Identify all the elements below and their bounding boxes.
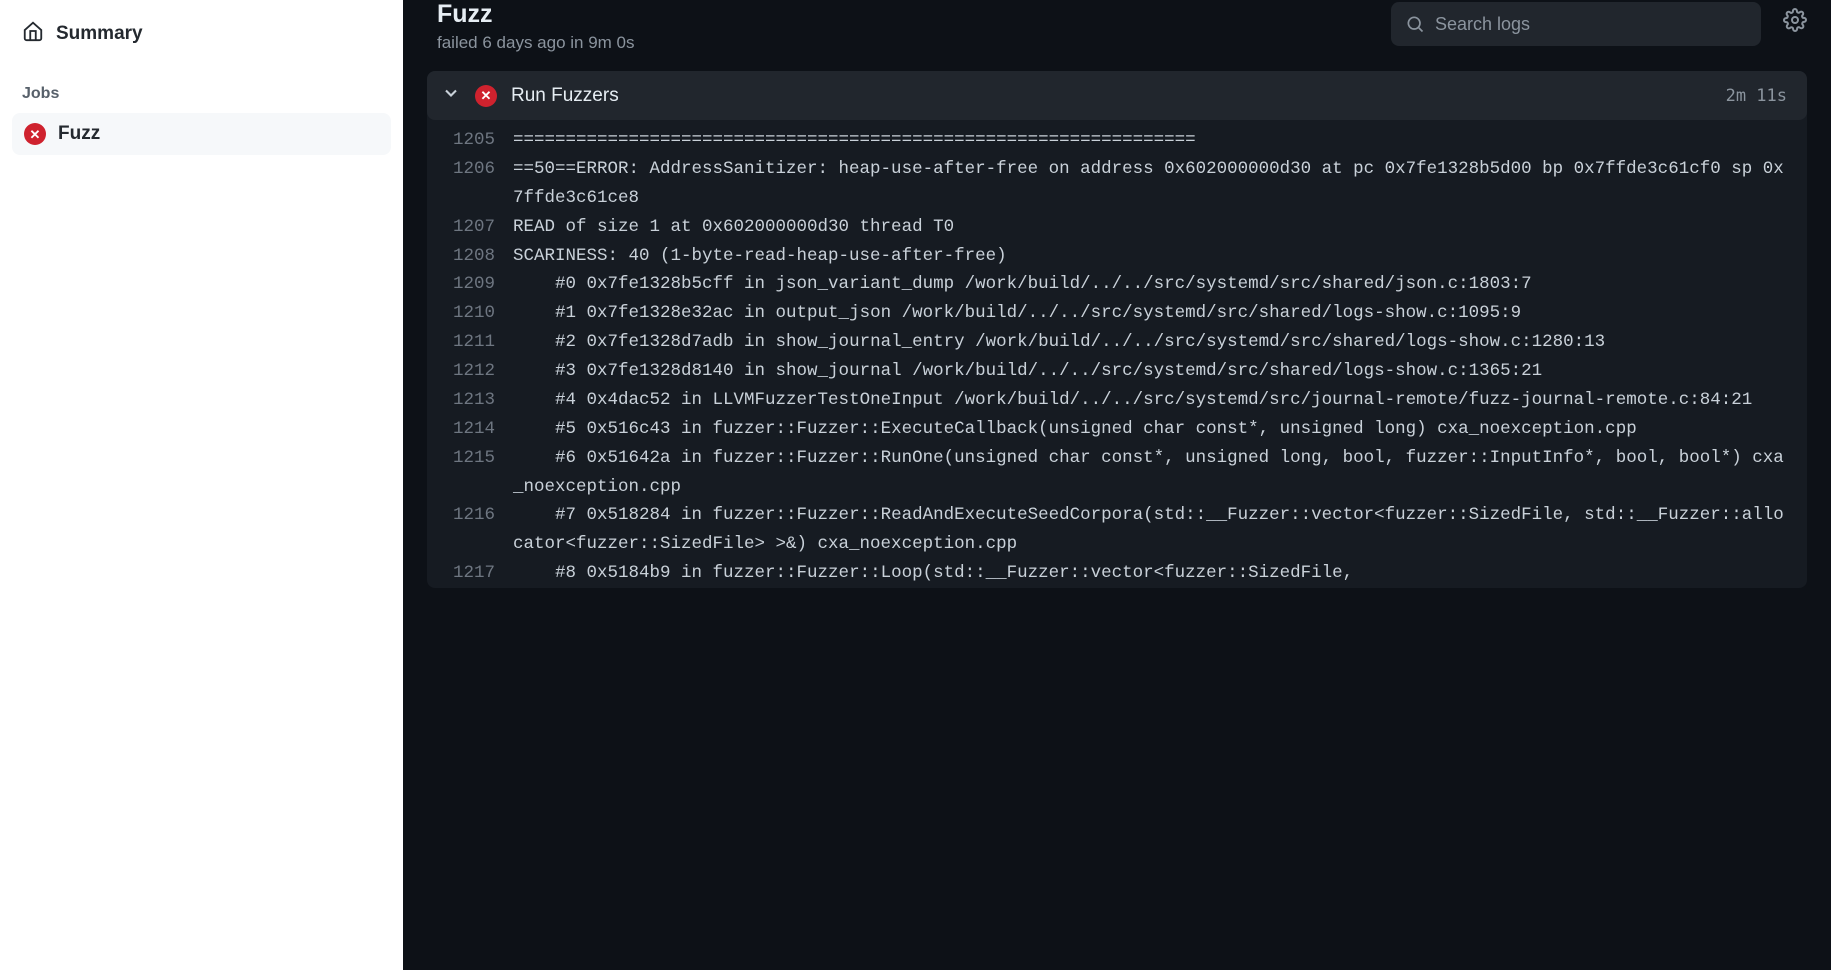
line-number: 1217 [427,559,513,588]
line-number: 1205 [427,126,513,155]
job-header: Fuzz failed 6 days ago in 9m 0s [403,0,1831,71]
status-line: failed 6 days ago in 9m 0s [437,33,1391,53]
log-line[interactable]: 1211 #2 0x7fe1328d7adb in show_journal_e… [427,328,1807,357]
log-line[interactable]: 1207READ of size 1 at 0x602000000d30 thr… [427,213,1807,242]
line-text: #1 0x7fe1328e32ac in output_json /work/b… [513,299,1807,328]
line-number: 1214 [427,415,513,444]
home-icon [22,20,44,47]
line-number: 1209 [427,270,513,299]
line-number: 1207 [427,213,513,242]
jobs-heading: Jobs [12,75,391,113]
line-number: 1212 [427,357,513,386]
main-panel: Fuzz failed 6 days ago in 9m 0s Run Fuzz… [403,0,1831,970]
step-panel: Run Fuzzers 2m 11s 1205=================… [427,71,1807,588]
line-text: ==50==ERROR: AddressSanitizer: heap-use-… [513,155,1807,213]
chevron-down-icon [441,83,461,108]
log-line[interactable]: 1206==50==ERROR: AddressSanitizer: heap-… [427,155,1807,213]
line-text: #0 0x7fe1328b5cff in json_variant_dump /… [513,270,1807,299]
search-input[interactable] [1435,14,1747,35]
summary-nav-item[interactable]: Summary [12,12,391,55]
settings-button[interactable] [1783,8,1807,37]
line-number: 1206 [427,155,513,184]
log-line[interactable]: 1213 #4 0x4dac52 in LLVMFuzzerTestOneInp… [427,386,1807,415]
log-line[interactable]: 1208SCARINESS: 40 (1-byte-read-heap-use-… [427,242,1807,271]
sidebar: Summary Jobs Fuzz [0,0,403,970]
gear-icon [1783,8,1807,32]
log-line[interactable]: 1205====================================… [427,126,1807,155]
log-line[interactable]: 1212 #3 0x7fe1328d8140 in show_journal /… [427,357,1807,386]
status-failed-icon [24,123,46,145]
status-failed-icon [475,85,497,107]
job-item-fuzz[interactable]: Fuzz [12,113,391,155]
page-title: Fuzz [437,0,1391,29]
line-text: #3 0x7fe1328d8140 in show_journal /work/… [513,357,1807,386]
search-logs-box[interactable] [1391,2,1761,46]
line-text: #5 0x516c43 in fuzzer::Fuzzer::ExecuteCa… [513,415,1807,444]
search-icon [1405,14,1425,34]
step-header[interactable]: Run Fuzzers 2m 11s [427,71,1807,120]
line-text: #2 0x7fe1328d7adb in show_journal_entry … [513,328,1807,357]
summary-label: Summary [56,23,143,45]
line-number: 1213 [427,386,513,415]
line-text: SCARINESS: 40 (1-byte-read-heap-use-afte… [513,242,1807,271]
line-text: #6 0x51642a in fuzzer::Fuzzer::RunOne(un… [513,444,1807,502]
log-body[interactable]: 1205====================================… [427,120,1807,588]
line-text: READ of size 1 at 0x602000000d30 thread … [513,213,1807,242]
line-text: #7 0x518284 in fuzzer::Fuzzer::ReadAndEx… [513,501,1807,559]
line-text: #8 0x5184b9 in fuzzer::Fuzzer::Loop(std:… [513,559,1807,588]
line-number: 1211 [427,328,513,357]
log-line[interactable]: 1214 #5 0x516c43 in fuzzer::Fuzzer::Exec… [427,415,1807,444]
log-line[interactable]: 1209 #0 0x7fe1328b5cff in json_variant_d… [427,270,1807,299]
log-line[interactable]: 1217 #8 0x5184b9 in fuzzer::Fuzzer::Loop… [427,559,1807,588]
line-number: 1210 [427,299,513,328]
line-number: 1215 [427,444,513,473]
line-text: #4 0x4dac52 in LLVMFuzzerTestOneInput /w… [513,386,1807,415]
log-line[interactable]: 1215 #6 0x51642a in fuzzer::Fuzzer::RunO… [427,444,1807,502]
log-line[interactable]: 1210 #1 0x7fe1328e32ac in output_json /w… [427,299,1807,328]
line-number: 1208 [427,242,513,271]
step-duration: 2m 11s [1726,86,1787,106]
line-number: 1216 [427,501,513,530]
job-name: Fuzz [58,123,100,145]
step-title: Run Fuzzers [511,85,1712,107]
line-text: ========================================… [513,126,1807,155]
log-line[interactable]: 1216 #7 0x518284 in fuzzer::Fuzzer::Read… [427,501,1807,559]
